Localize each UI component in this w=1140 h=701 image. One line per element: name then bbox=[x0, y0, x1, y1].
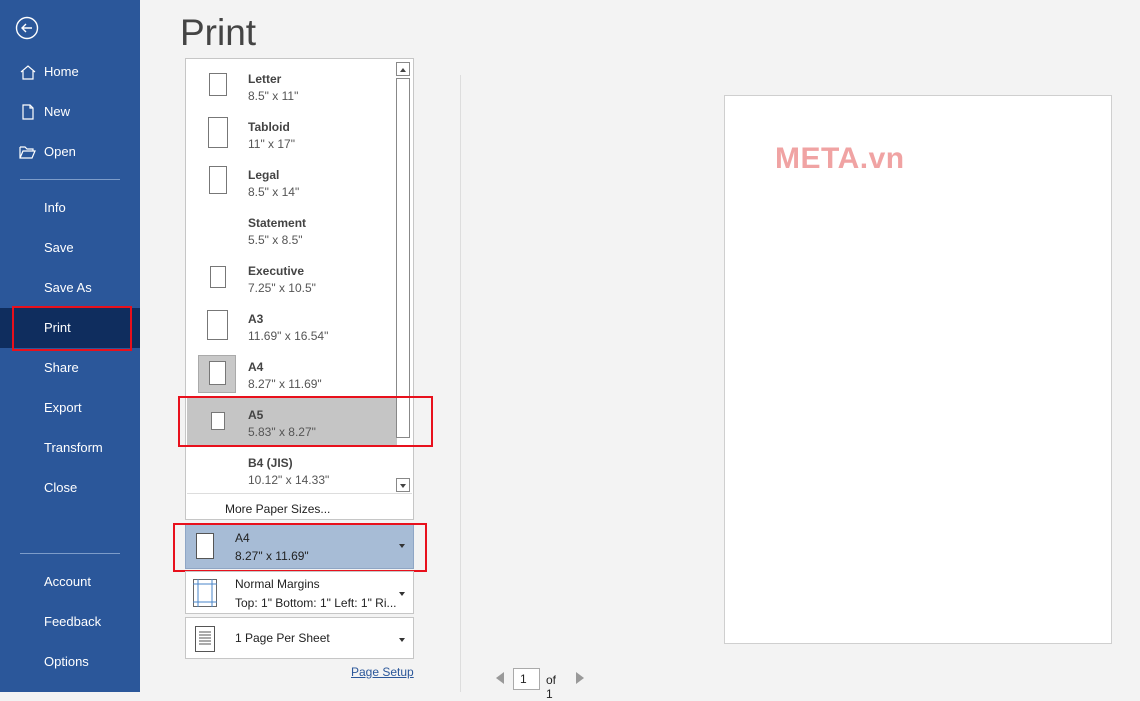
a3-page-icon bbox=[207, 310, 228, 340]
paper-option-name: A3 bbox=[248, 312, 264, 326]
legal-page-icon bbox=[209, 166, 227, 194]
nav-info-label: Info bbox=[44, 200, 66, 215]
pages-per-sheet-setting[interactable]: 1 Page Per Sheet bbox=[185, 617, 414, 659]
page-setup-link[interactable]: Page Setup bbox=[351, 665, 414, 679]
new-document-icon bbox=[22, 104, 34, 120]
nav-close-label: Close bbox=[44, 480, 78, 495]
print-highlight-box bbox=[12, 306, 132, 351]
paper-option-legal[interactable]: Legal 8.5" x 14" bbox=[187, 158, 397, 206]
nav-save[interactable]: Save bbox=[0, 228, 140, 268]
paper-option-dims: 8.5" x 11" bbox=[248, 89, 299, 103]
preview-page bbox=[724, 95, 1112, 644]
paper-option-name: Letter bbox=[248, 72, 282, 86]
chevron-down-icon bbox=[399, 592, 405, 596]
page-total: of 1 bbox=[546, 673, 557, 701]
nav-export[interactable]: Export bbox=[0, 388, 140, 428]
nav-info[interactable]: Info bbox=[0, 188, 140, 228]
next-page-icon[interactable] bbox=[576, 672, 584, 684]
paper-option-dims: 8.5" x 14" bbox=[248, 185, 300, 199]
page-layout-icon bbox=[195, 626, 215, 652]
paper-option-dims: 11.69" x 16.54" bbox=[248, 329, 329, 343]
paper-option-dims: 5.5" x 8.5" bbox=[248, 233, 303, 247]
paper-option-name: B4 (JIS) bbox=[248, 456, 293, 470]
paper-size-dropdown: Letter 8.5" x 11" Tabloid 11" x 17" Lega… bbox=[185, 58, 414, 520]
paper-option-dims: 7.25" x 10.5" bbox=[248, 281, 316, 295]
executive-page-icon bbox=[210, 266, 226, 288]
paper-option-dims: 11" x 17" bbox=[248, 137, 295, 151]
paper-option-executive[interactable]: Executive 7.25" x 10.5" bbox=[187, 254, 397, 302]
nav-save-label: Save bbox=[44, 240, 74, 255]
paper-option-dims: 10.12" x 14.33" bbox=[248, 473, 330, 487]
nav-home[interactable]: Home bbox=[0, 52, 140, 92]
a5-highlight-box bbox=[178, 396, 433, 447]
margins-icon bbox=[193, 579, 217, 607]
letter-page-icon bbox=[209, 73, 227, 96]
paper-option-a4[interactable]: A4 8.27" x 11.69" bbox=[187, 350, 397, 398]
paper-option-a3[interactable]: A3 11.69" x 16.54" bbox=[187, 302, 397, 350]
paper-option-b4-jis[interactable]: B4 (JIS) 10.12" x 14.33" bbox=[187, 446, 397, 494]
current-page-input[interactable]: 1 bbox=[513, 668, 540, 690]
previous-page-icon[interactable] bbox=[496, 672, 504, 684]
nav-share[interactable]: Share bbox=[0, 348, 140, 388]
scroll-up-icon[interactable] bbox=[396, 62, 410, 76]
nav-feedback[interactable]: Feedback bbox=[0, 602, 140, 642]
nav-home-label: Home bbox=[44, 64, 79, 79]
nav-new[interactable]: New bbox=[0, 92, 140, 132]
nav-save-as-label: Save As bbox=[44, 280, 92, 295]
nav-transform[interactable]: Transform bbox=[0, 428, 140, 468]
preview-watermark: META.vn bbox=[775, 142, 905, 175]
paper-option-name: Legal bbox=[248, 168, 280, 182]
paper-option-statement[interactable]: Statement 5.5" x 8.5" bbox=[187, 206, 397, 254]
scroll-down-icon[interactable] bbox=[396, 478, 410, 492]
paper-option-name: Statement bbox=[248, 216, 307, 230]
a4-page-icon bbox=[209, 361, 226, 385]
chevron-down-icon bbox=[399, 638, 405, 642]
paper-option-name: Executive bbox=[248, 264, 305, 278]
more-paper-sizes-label: More Paper Sizes... bbox=[225, 502, 331, 516]
nav-feedback-label: Feedback bbox=[44, 614, 102, 629]
back-arrow-icon[interactable] bbox=[15, 16, 39, 40]
home-icon bbox=[20, 65, 36, 80]
nav-transform-label: Transform bbox=[44, 440, 103, 455]
nav-open-label: Open bbox=[44, 144, 76, 159]
pages-per-sheet-label: 1 Page Per Sheet bbox=[235, 631, 330, 645]
paper-option-letter[interactable]: Letter 8.5" x 11" bbox=[187, 62, 397, 110]
folder-open-icon bbox=[19, 146, 36, 159]
more-paper-sizes-link[interactable]: More Paper Sizes... bbox=[187, 493, 412, 520]
paper-option-dims: 8.27" x 11.69" bbox=[248, 377, 322, 391]
nav-export-label: Export bbox=[44, 400, 82, 415]
nav-save-as[interactable]: Save As bbox=[0, 268, 140, 308]
nav-account-label: Account bbox=[44, 574, 91, 589]
nav-share-label: Share bbox=[44, 360, 79, 375]
margins-name: Normal Margins bbox=[235, 577, 320, 591]
nav-account[interactable]: Account bbox=[0, 562, 140, 602]
paper-option-name: A4 bbox=[248, 360, 264, 374]
paper-size-highlight-box bbox=[173, 523, 427, 572]
margins-setting[interactable]: Normal Margins Top: 1" Bottom: 1" Left: … bbox=[185, 571, 414, 614]
nav-new-label: New bbox=[44, 104, 71, 119]
tabloid-page-icon bbox=[208, 117, 228, 148]
scrollbar-thumb[interactable] bbox=[396, 78, 410, 438]
paper-option-name: Tabloid bbox=[248, 120, 290, 134]
nav-open[interactable]: Open bbox=[0, 132, 140, 172]
nav-options-label: Options bbox=[44, 654, 89, 669]
page-title: Print bbox=[180, 12, 257, 53]
nav-divider-bottom bbox=[20, 553, 120, 554]
nav-divider bbox=[20, 179, 120, 180]
margins-detail: Top: 1" Bottom: 1" Left: 1" Ri... bbox=[235, 596, 397, 610]
nav-close[interactable]: Close bbox=[0, 468, 140, 508]
nav-options[interactable]: Options bbox=[0, 642, 140, 682]
paper-option-tabloid[interactable]: Tabloid 11" x 17" bbox=[187, 110, 397, 158]
